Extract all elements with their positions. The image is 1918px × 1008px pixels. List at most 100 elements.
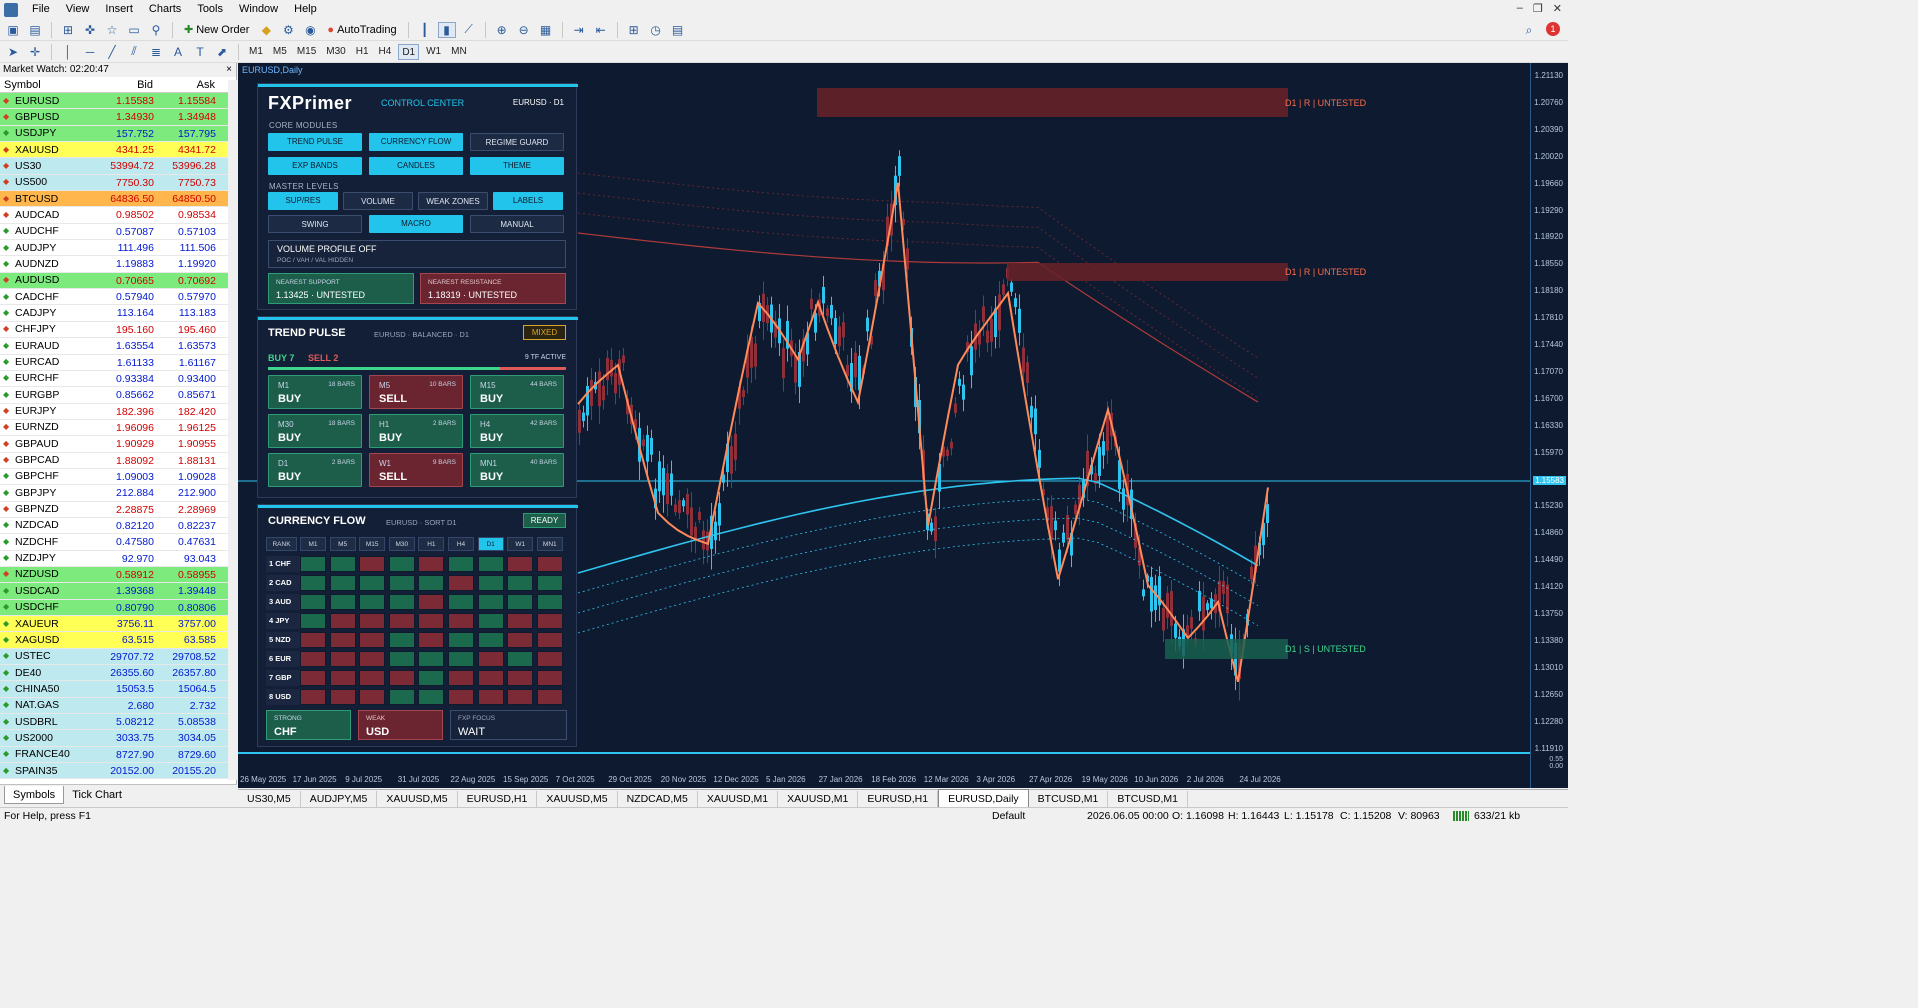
module-theme-button[interactable]: THEME	[470, 157, 564, 175]
flow-col-w1[interactable]: W1	[507, 537, 534, 551]
shapes-icon[interactable]: ⬈	[213, 44, 231, 60]
flow-col-h4[interactable]: H4	[448, 537, 474, 551]
tf-signal-tile[interactable]: MN1 40 BARS BUY	[470, 453, 564, 487]
flow-col-d1[interactable]: D1	[477, 537, 504, 551]
menu-tools[interactable]: Tools	[189, 0, 231, 19]
ask-column-header[interactable]: Ask	[157, 77, 219, 93]
restore-icon[interactable]: ❐	[1533, 2, 1543, 15]
trendline-icon[interactable]: ╱	[103, 44, 121, 60]
flow-col-m15[interactable]: M15	[359, 537, 386, 551]
market-watch-row[interactable]: ◆ NZDJPY 92.970 93.043	[0, 550, 236, 567]
module-currency-flow-button[interactable]: CURRENCY FLOW	[369, 133, 463, 151]
flow-col-m30[interactable]: M30	[388, 537, 415, 551]
chart-tab[interactable]: XAUUSD,M5	[537, 791, 618, 807]
market-watch-row[interactable]: ◆ USDBRL 5.08212 5.08538	[0, 714, 236, 731]
tf-signal-tile[interactable]: M15 44 BARS BUY	[470, 375, 564, 409]
close-icon[interactable]: ✕	[1553, 2, 1562, 15]
tester-icon[interactable]: ⚲	[147, 22, 165, 38]
autoscroll-icon[interactable]: ⇥	[570, 22, 588, 38]
tf-signal-tile[interactable]: W1 9 BARS SELL	[369, 453, 463, 487]
market-watch-row[interactable]: ◆ US30 53994.72 53996.28	[0, 158, 236, 175]
market-watch-row[interactable]: ◆ FRANCE40 8727.90 8729.60	[0, 746, 236, 764]
timeframe-h1[interactable]: H1	[353, 44, 372, 60]
level-macro-button[interactable]: MACRO	[369, 215, 463, 233]
module-regime-guard-button[interactable]: REGIME GUARD	[470, 133, 564, 151]
menu-insert[interactable]: Insert	[97, 0, 141, 19]
tf-signal-tile[interactable]: M1 18 BARS BUY	[268, 375, 362, 409]
market-watch-row[interactable]: ◆ AUDCHF 0.57087 0.57103	[0, 223, 236, 241]
market-watch-row[interactable]: ◆ SPAIN35 20152.00 20155.20	[0, 763, 236, 780]
sr-zone[interactable]	[1007, 263, 1288, 281]
chart-tab[interactable]: EURUSD,H1	[858, 791, 939, 807]
timeframe-w1[interactable]: W1	[423, 44, 444, 60]
market-watch-row[interactable]: ◆ XAUEUR 3756.11 3757.00	[0, 616, 236, 633]
tf-signal-tile[interactable]: M5 10 BARS SELL	[369, 375, 463, 409]
module-candles-button[interactable]: CANDLES	[369, 157, 463, 175]
market-watch-row[interactable]: ◆ GBPCAD 1.88092 1.88131	[0, 452, 236, 469]
timeframe-mn[interactable]: MN	[448, 44, 470, 60]
chart-tab[interactable]: NZDCAD,M5	[618, 791, 698, 807]
tf-signal-tile[interactable]: D1 2 BARS BUY	[268, 453, 362, 487]
market-watch-row[interactable]: ◆ AUDUSD 0.70665 0.70692	[0, 272, 236, 290]
timeframe-d1[interactable]: D1	[398, 43, 420, 60]
flow-col-mn1[interactable]: MN1	[536, 537, 563, 551]
market-watch-row[interactable]: ◆ CADJPY 113.164 113.183	[0, 305, 236, 322]
crosshair-icon[interactable]: ✛	[26, 44, 44, 60]
chart-tab[interactable]: BTCUSD,M1	[1108, 791, 1189, 807]
market-watch-row[interactable]: ◆ DE40 26355.60 26357.80	[0, 665, 236, 682]
options-icon[interactable]: ⚙	[279, 22, 297, 38]
zoom-out-icon[interactable]: ⊖	[515, 22, 533, 38]
channel-icon[interactable]: ⫽	[125, 44, 143, 60]
timeframe-m15[interactable]: M15	[294, 44, 319, 60]
text-icon[interactable]: A	[169, 44, 187, 60]
cursor-icon[interactable]: ➤	[4, 44, 22, 60]
new-chart-icon[interactable]: ▣	[4, 22, 22, 38]
market-watch-row[interactable]: ◆ GBPAUD 1.90929 1.90955	[0, 436, 236, 453]
profiles-icon[interactable]: ▤	[26, 22, 44, 38]
market-watch-row[interactable]: ◆ EURJPY 182.396 182.420	[0, 403, 236, 420]
navigator-icon[interactable]: ☆	[103, 22, 121, 38]
flow-col-m1[interactable]: M1	[300, 537, 326, 551]
sr-zone[interactable]	[817, 88, 1288, 117]
line-chart-icon[interactable]: ⟋	[460, 22, 478, 38]
close-icon[interactable]: ×	[226, 63, 236, 77]
minimize-icon[interactable]: –	[1517, 2, 1523, 15]
market-watch-row[interactable]: ◆ EURCHF 0.93384 0.93400	[0, 370, 236, 388]
data-window-icon[interactable]: ✜	[81, 22, 99, 38]
market-watch-row[interactable]: ◆ AUDJPY 111.496 111.506	[0, 240, 236, 257]
templates-icon[interactable]: ▤	[669, 22, 687, 38]
market-watch-row[interactable]: ◆ CHINA50 15053.5 15064.5	[0, 681, 236, 698]
chart-tab[interactable]: BTCUSD,M1	[1029, 791, 1109, 807]
level-weak-zones-button[interactable]: WEAK ZONES	[418, 192, 488, 210]
fibonacci-icon[interactable]: ≣	[147, 44, 165, 60]
notification-badge-icon[interactable]: 1	[1546, 22, 1560, 36]
vertical-line-icon[interactable]: │	[59, 44, 77, 60]
market-watch-row[interactable]: ◆ US2000 3033.75 3034.05	[0, 730, 236, 747]
market-watch-row[interactable]: ◆ EURAUD 1.63554 1.63573	[0, 338, 236, 355]
timeframe-m30[interactable]: M30	[323, 44, 348, 60]
search-icon[interactable]: ⌕	[1520, 22, 1538, 38]
menu-view[interactable]: View	[58, 0, 98, 19]
market-watch-row[interactable]: ◆ CADCHF 0.57940 0.57970	[0, 289, 236, 306]
tab-symbols[interactable]: Symbols	[4, 785, 65, 804]
module-exp-bands-button[interactable]: EXP BANDS	[268, 157, 362, 175]
chart-tab[interactable]: XAUUSD,M5	[377, 791, 458, 807]
level-manual-button[interactable]: MANUAL	[470, 215, 564, 233]
tf-signal-tile[interactable]: M30 18 BARS BUY	[268, 414, 362, 448]
symbol-column-header[interactable]: Symbol	[0, 77, 95, 93]
tile-windows-icon[interactable]: ▦	[537, 22, 555, 38]
market-watch-row[interactable]: ◆ US500 7750.30 7750.73	[0, 174, 236, 192]
signals-icon[interactable]: ◉	[301, 22, 319, 38]
autotrading-button[interactable]: ● AutoTrading	[323, 21, 400, 39]
level-volume-button[interactable]: VOLUME	[343, 192, 413, 210]
market-watch-row[interactable]: ◆ CHFJPY 195.160 195.460	[0, 321, 236, 339]
zoom-in-icon[interactable]: ⊕	[493, 22, 511, 38]
bid-column-header[interactable]: Bid	[95, 77, 157, 93]
market-watch-row[interactable]: ◆ NAT.GAS 2.680 2.732	[0, 697, 236, 715]
market-watch-row[interactable]: ◆ NZDUSD 0.58912 0.58955	[0, 566, 236, 584]
market-watch-row[interactable]: ◆ GBPUSD 1.34930 1.34948	[0, 109, 236, 126]
market-watch-row[interactable]: ◆ EURCAD 1.61133 1.61167	[0, 354, 236, 371]
menu-window[interactable]: Window	[231, 0, 286, 19]
chart-tab[interactable]: EURUSD,H1	[458, 791, 538, 807]
indicators-icon[interactable]: ⊞	[625, 22, 643, 38]
